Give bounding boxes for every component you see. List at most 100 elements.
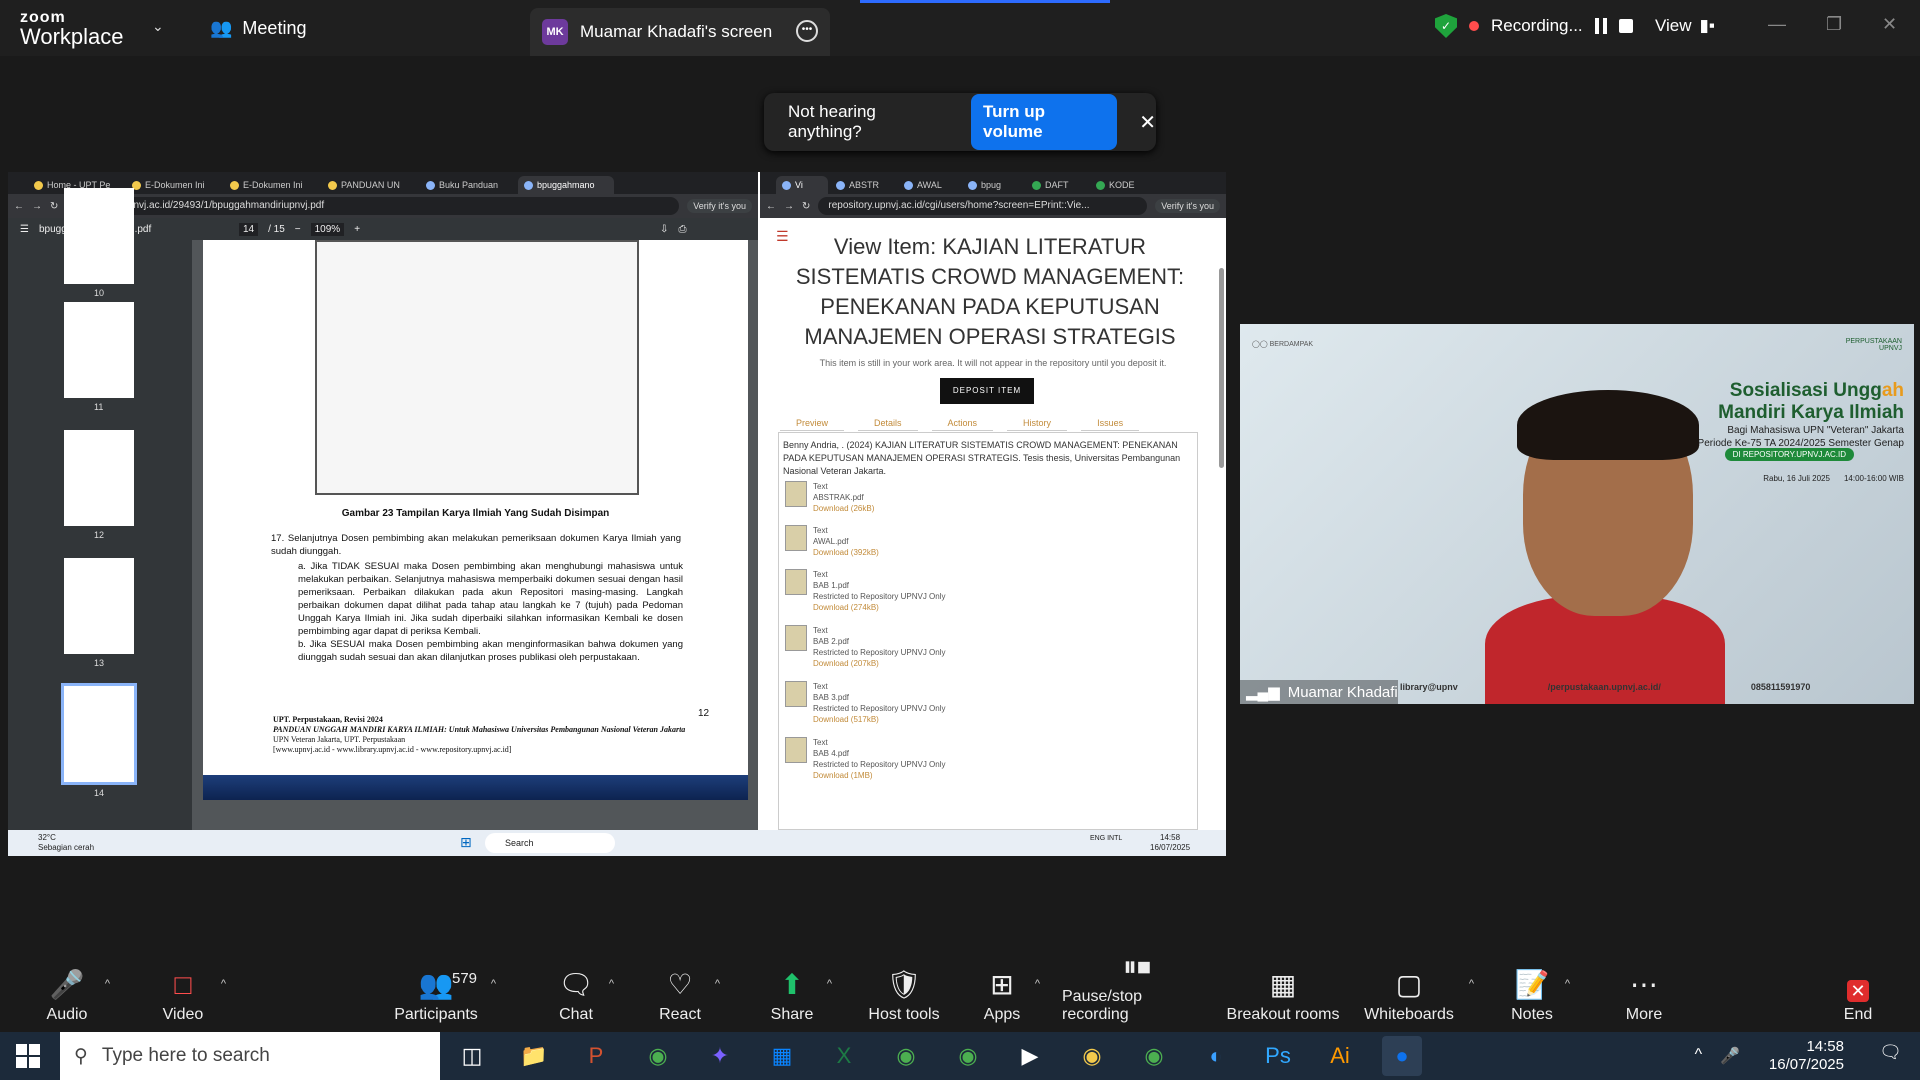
chat-options-caret[interactable]: ^ (609, 978, 614, 990)
print-icon[interactable]: ⎙ (678, 224, 686, 235)
share-button[interactable]: ⬆ Share ^ (770, 952, 832, 1044)
zoom-workplace-logo[interactable]: zoom Workplace (20, 10, 124, 48)
participants-options-caret[interactable]: ^ (491, 978, 496, 990)
download-icon[interactable]: ⇩ (660, 224, 668, 235)
document-icon[interactable] (785, 569, 807, 595)
turn-up-volume-button[interactable]: Turn up volume (971, 94, 1118, 150)
tab-history[interactable]: History (1007, 416, 1068, 431)
back-icon[interactable]: ← (14, 201, 24, 212)
notes-options-caret[interactable]: ^ (1565, 978, 1570, 990)
document-icon[interactable] (785, 681, 807, 707)
taskbar-clock[interactable]: 14:58 16/07/2025 (1769, 1038, 1844, 1074)
taskbar-search[interactable]: ⚲ Type here to search (60, 1032, 440, 1080)
browser-tab-active[interactable]: bpuggahmano (518, 176, 614, 194)
chrome-icon[interactable]: ◉ (638, 1036, 678, 1076)
windows-start-icon[interactable]: ⊞ (460, 834, 472, 851)
zoom-app-icon[interactable]: ● (1382, 1036, 1422, 1076)
tab-issues[interactable]: Issues (1081, 416, 1140, 431)
document-icon[interactable] (785, 481, 807, 507)
download-link[interactable]: Download (392kB) (813, 547, 879, 558)
weather-widget[interactable]: 32°C Sebagian cerah (38, 833, 94, 853)
chrome-profile-2-icon[interactable]: ◉ (948, 1036, 988, 1076)
end-meeting-button[interactable]: ✕ End (1838, 952, 1878, 1044)
shared-clock[interactable]: 14:58 16/07/2025 (1150, 833, 1190, 853)
browser-tab[interactable]: AWAL (898, 176, 960, 194)
download-link[interactable]: Download (274kB) (813, 602, 946, 613)
media-player-icon[interactable]: ▶ (1010, 1036, 1050, 1076)
document-icon[interactable] (785, 737, 807, 763)
react-button[interactable]: ♡ React ^ (658, 952, 720, 1044)
audio-button[interactable]: 🎤 Audio ^ (42, 952, 110, 1044)
show-hidden-icons-icon[interactable]: ^ (1695, 1046, 1703, 1066)
minimize-icon[interactable]: — (1768, 14, 1786, 35)
more-button[interactable]: ⋯ More (1624, 952, 1664, 1044)
zoom-level[interactable]: 109% (310, 222, 345, 236)
page-scrollbar[interactable] (1219, 268, 1224, 468)
browser-tab[interactable]: bpug (962, 176, 1024, 194)
zoom-out-icon[interactable]: − (295, 224, 301, 235)
notification-icon[interactable]: 🗨 (1879, 1042, 1902, 1063)
excel-icon[interactable]: X (824, 1036, 864, 1076)
browser-tab[interactable]: E-Dokumen Ini (224, 176, 320, 194)
share-options-caret[interactable]: ^ (827, 978, 832, 990)
microphone-tray-icon[interactable]: 🎤 (1720, 1046, 1740, 1066)
store-icon[interactable]: ▦ (762, 1036, 802, 1076)
deposit-item-button[interactable]: DEPOSIT ITEM (940, 378, 1034, 404)
chevron-down-icon[interactable]: ⌄ (152, 18, 164, 35)
chat-button[interactable]: 🗨 Chat ^ (556, 952, 614, 1044)
host-tools-button[interactable]: 🛡 Host tools (868, 952, 940, 1044)
back-icon[interactable]: ← (766, 201, 776, 212)
task-view-icon[interactable]: ◫ (452, 1036, 492, 1076)
file-explorer-icon[interactable]: 📁 (514, 1036, 554, 1076)
whiteboards-button[interactable]: ▢ Whiteboards ^ (1362, 952, 1474, 1044)
windows-start-button[interactable] (16, 1044, 40, 1068)
restore-icon[interactable]: ❐ (1826, 14, 1842, 35)
reload-icon[interactable]: ↻ (50, 201, 58, 212)
download-link[interactable]: Download (26kB) (813, 503, 874, 514)
page-thumbnail[interactable] (64, 558, 134, 654)
chrome-profile-3-icon[interactable]: ◉ (1072, 1036, 1112, 1076)
url-field[interactable]: repository.upnvj.ac.id/cgi/users/home?sc… (818, 197, 1148, 215)
download-link[interactable]: Download (517kB) (813, 714, 946, 725)
notes-button[interactable]: 📝 Notes ^ (1511, 952, 1570, 1044)
stop-recording-icon[interactable] (1618, 19, 1633, 33)
apps-options-caret[interactable]: ^ (1035, 978, 1040, 990)
pause-stop-recording-button[interactable]: ⏸⏹ Pause/stop recording (1062, 951, 1212, 1044)
page-thumbnail[interactable] (64, 430, 134, 526)
page-number-input[interactable]: 14 (238, 222, 259, 236)
zoom-in-icon[interactable]: + (354, 224, 360, 235)
more-options-icon[interactable]: ••• (796, 20, 818, 42)
meeting-tab[interactable]: 👥 Meeting (210, 18, 306, 39)
tab-preview[interactable]: Preview (780, 416, 845, 431)
shared-screen-tab[interactable]: MK Muamar Khadafi's screen ••• (530, 8, 830, 56)
copilot-icon[interactable]: ✦ (700, 1036, 740, 1076)
react-options-caret[interactable]: ^ (715, 978, 720, 990)
browser-tab[interactable]: Buku Panduan (420, 176, 516, 194)
page-thumbnail[interactable] (64, 302, 134, 398)
illustrator-icon[interactable]: Ai (1320, 1036, 1360, 1076)
chrome-profile-4-icon[interactable]: ◉ (1134, 1036, 1174, 1076)
view-button[interactable]: View ▮▪ (1655, 16, 1715, 36)
whiteboards-options-caret[interactable]: ^ (1469, 978, 1474, 990)
browser-tab-active[interactable]: Vi (776, 176, 828, 194)
video-options-caret[interactable]: ^ (221, 978, 226, 990)
audio-options-caret[interactable]: ^ (105, 978, 110, 990)
video-button[interactable]: □ Video ^ (158, 952, 226, 1044)
forward-icon[interactable]: → (32, 201, 42, 212)
tab-details[interactable]: Details (858, 416, 918, 431)
menu-icon[interactable]: ☰ (20, 224, 29, 235)
chrome-profile-icon[interactable]: ◉ (886, 1036, 926, 1076)
browser-tab[interactable]: PANDUAN UN (322, 176, 418, 194)
participant-video-tile[interactable]: ◯◯ BERDAMPAK PERPUSTAKAAN UPNVJ Sosialis… (1240, 324, 1914, 704)
download-link[interactable]: Download (207kB) (813, 658, 946, 669)
photoshop-icon[interactable]: Ps (1258, 1036, 1298, 1076)
powerpoint-icon[interactable]: P (576, 1036, 616, 1076)
apps-button[interactable]: ⊞ Apps ^ (982, 952, 1040, 1044)
download-link[interactable]: Download (1MB) (813, 770, 946, 781)
verify-button[interactable]: Verify it's you (1155, 199, 1220, 213)
forward-icon[interactable]: → (784, 201, 794, 212)
edge-icon[interactable]: ◐ (1196, 1036, 1236, 1076)
participants-button[interactable]: 👥 579 Participants ^ (394, 952, 496, 1044)
breakout-rooms-button[interactable]: ▦ Breakout rooms (1220, 952, 1346, 1044)
close-icon[interactable]: ✕ (1139, 110, 1156, 135)
